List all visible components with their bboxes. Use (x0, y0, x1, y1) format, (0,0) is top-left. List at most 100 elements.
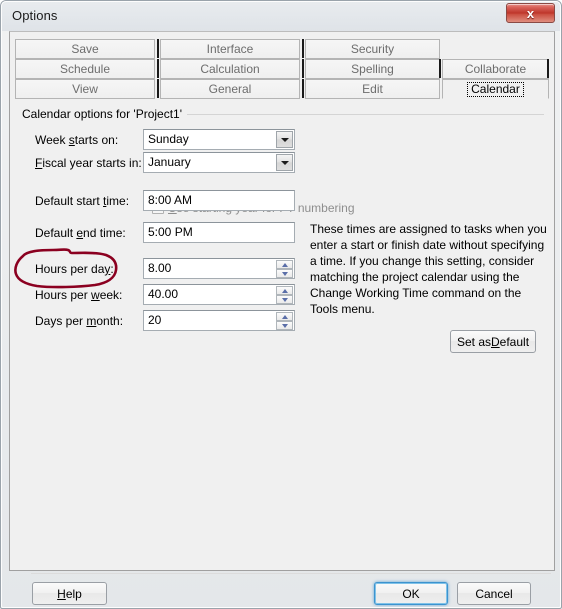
hours-per-week-spinner[interactable]: 40.00 (143, 284, 295, 305)
triangle-down-icon (281, 323, 288, 328)
label-days-per-month: Days per month: (35, 314, 123, 328)
tab-security[interactable]: Security (305, 39, 440, 59)
close-x-icon: x (526, 5, 535, 21)
window-title: Options (12, 8, 58, 23)
label-hours-per-week: Hours per week: (35, 288, 122, 302)
title-bar: Options x (1, 1, 561, 31)
label-part: eek: (99, 288, 123, 302)
hours-per-week-spin-buttons[interactable] (276, 286, 293, 304)
tab-separator (302, 59, 304, 78)
label-part: tarts on: (74, 133, 119, 147)
label-part: onth: (96, 314, 124, 328)
close-button[interactable]: x (506, 3, 555, 23)
input-value: 20 (148, 313, 162, 327)
label-part: iscal year starts in: (42, 156, 142, 170)
input-value: 8.00 (148, 261, 172, 275)
tab-label: Calendar (467, 81, 524, 97)
spin-up-button[interactable] (276, 312, 293, 321)
bottom-separator (31, 573, 551, 574)
tab-label: Spelling (351, 62, 394, 76)
hours-per-day-spinner[interactable]: 8.00 (143, 258, 295, 279)
input-value: 40.00 (148, 287, 179, 301)
label-part: Hours per (35, 288, 92, 302)
tab-schedule[interactable]: Schedule (15, 59, 155, 79)
tab-label: Save (71, 42, 99, 56)
tab-separator (547, 59, 549, 78)
label-part: : (110, 262, 114, 276)
fiscal-year-dropdown-button[interactable] (276, 154, 293, 171)
week-starts-on-combobox[interactable]: Sunday (143, 129, 295, 150)
tab-spelling[interactable]: Spelling (305, 59, 440, 79)
cancel-button[interactable]: Cancel (457, 582, 531, 605)
tab-label: View (72, 82, 98, 96)
label-part: efault (499, 334, 530, 349)
ok-button[interactable]: OK (374, 582, 448, 605)
label-part: Default start (35, 194, 104, 208)
label-part: nd time: (83, 226, 126, 240)
help-button[interactable]: Help (32, 582, 107, 605)
label-default-end-time: Default end time: (35, 226, 126, 240)
chevron-down-icon (280, 137, 289, 142)
accel-key: D (491, 334, 500, 349)
combobox-value: January (148, 155, 191, 169)
days-per-month-spinner[interactable]: 20 (143, 310, 295, 331)
spin-up-button[interactable] (276, 286, 293, 295)
input-value: 5:00 PM (148, 225, 193, 239)
set-as-default-button[interactable]: Set as Default (450, 330, 536, 353)
tab-separator (439, 59, 441, 78)
tab-label: Interface (206, 42, 254, 56)
label-part: Hours per da (35, 262, 105, 276)
tab-calculation[interactable]: Calculation (160, 59, 300, 79)
spin-down-button[interactable] (276, 321, 293, 330)
tab-save[interactable]: Save (15, 39, 155, 59)
spin-down-button[interactable] (276, 295, 293, 304)
label-part: Week (35, 133, 69, 147)
options-dialog-window: Options x Save Interface Security Schedu… (0, 0, 562, 609)
label-part: elp (65, 586, 82, 601)
tab-separator (302, 39, 304, 58)
tab-label: Security (350, 42, 395, 56)
label-part: ime: (106, 194, 130, 208)
accel-key: H (57, 586, 66, 601)
label-default-start-time: Default start time: (35, 194, 129, 208)
help-description-text: These times are assigned to tasks when y… (310, 222, 547, 316)
tab-separator (157, 59, 159, 78)
triangle-up-icon (281, 314, 288, 319)
tab-interface[interactable]: Interface (160, 39, 300, 59)
combobox-value: Sunday (148, 132, 189, 146)
tab-view[interactable]: View (15, 79, 155, 99)
tab-edit[interactable]: Edit (305, 79, 440, 99)
hours-per-day-spin-buttons[interactable] (276, 260, 293, 278)
tab-label: Edit (362, 82, 383, 96)
tab-separator (157, 79, 159, 98)
accel-key: m (86, 314, 97, 328)
tab-general[interactable]: General (160, 79, 300, 99)
fiscal-year-starts-in-combobox[interactable]: January (143, 152, 295, 173)
tab-collaborate[interactable]: Collaborate (442, 59, 549, 79)
tab-calendar[interactable]: Calendar (442, 79, 549, 99)
label-hours-per-day: Hours per day: (35, 262, 114, 276)
label-part: Set as (456, 334, 491, 349)
spin-down-button[interactable] (276, 269, 293, 278)
default-start-time-input[interactable]: 8:00 AM (143, 190, 295, 211)
label-week-starts-on: Week starts on: (35, 133, 118, 147)
week-starts-dropdown-button[interactable] (276, 131, 293, 148)
triangle-up-icon (281, 288, 288, 293)
days-per-month-spin-buttons[interactable] (276, 312, 293, 330)
label-fiscal-year-starts-in: Fiscal year starts in: (35, 156, 142, 170)
tab-label: Schedule (59, 62, 111, 76)
input-value: 8:00 AM (148, 193, 193, 207)
triangle-down-icon (281, 297, 288, 302)
label-part: Default (35, 226, 77, 240)
button-label: OK (402, 586, 420, 601)
default-end-time-input[interactable]: 5:00 PM (143, 222, 295, 243)
tab-label: Calculation (200, 62, 260, 76)
tab-label: Collaborate (464, 62, 527, 76)
label-part: Days per (35, 314, 87, 328)
tab-grid: Save Interface Security Schedule Calcula… (15, 39, 551, 99)
dialog-panel: Save Interface Security Schedule Calcula… (9, 31, 555, 605)
group-legend: Calendar options for 'Project1' (22, 107, 188, 121)
triangle-down-icon (281, 271, 288, 276)
spin-up-button[interactable] (276, 260, 293, 269)
chevron-down-icon (280, 160, 289, 165)
